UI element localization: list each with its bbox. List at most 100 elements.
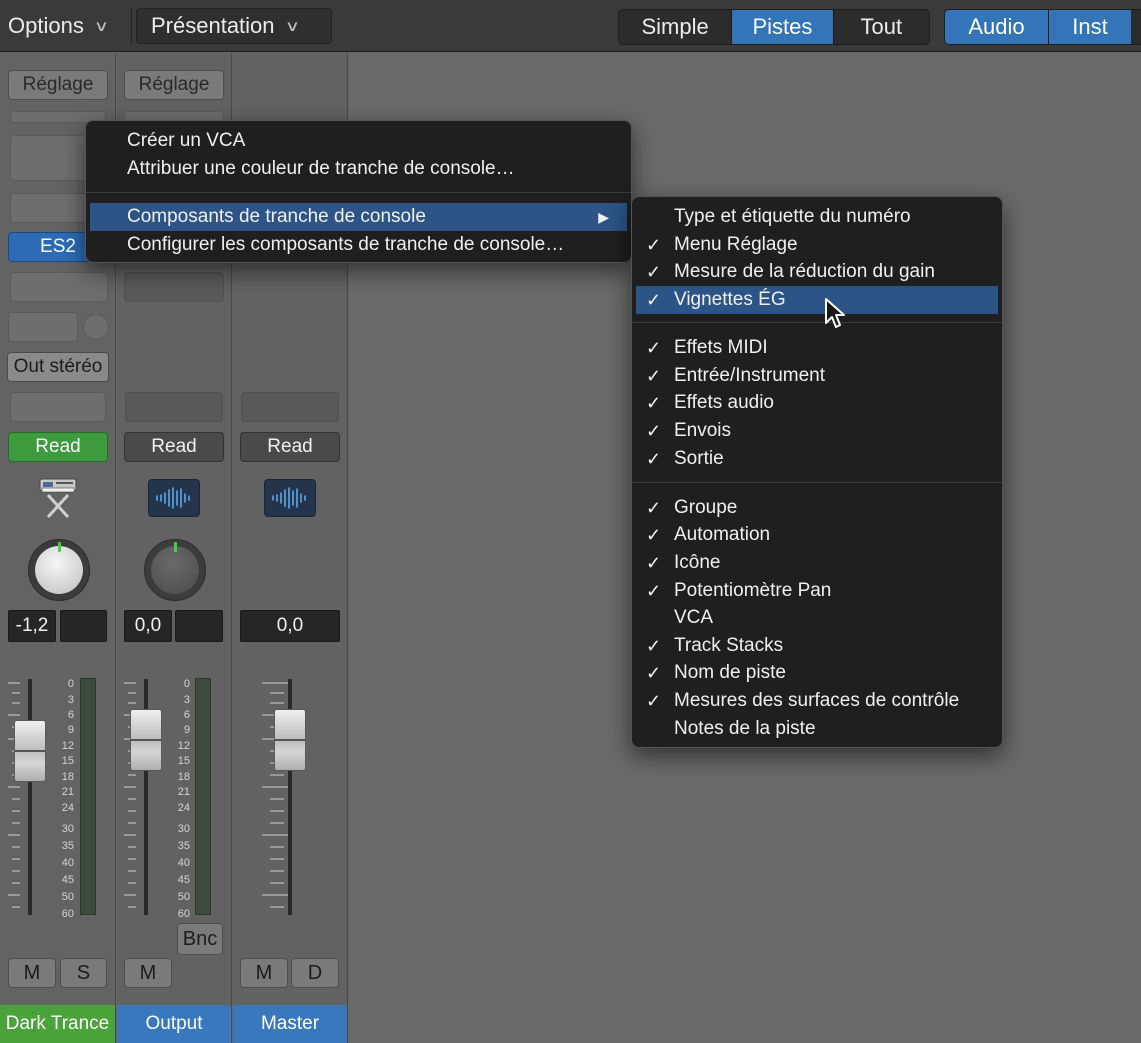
scale-label: 21 [61, 786, 74, 798]
submenu-item[interactable]: ✓ Groupe [636, 494, 998, 522]
checkmark-icon: ✓ [646, 365, 662, 386]
submenu-item[interactable]: ✓ Mesure de la réduction du gain [636, 258, 998, 286]
fader-scale-ticks [6, 681, 30, 915]
group-slot[interactable] [10, 392, 106, 422]
submenu-item-label: Effets MIDI [674, 337, 768, 358]
submenu-item[interactable]: ✓ Nom de piste [636, 659, 998, 687]
automation-mode-button[interactable]: Read [240, 432, 340, 462]
setting-button[interactable]: Réglage [8, 70, 108, 100]
scale-label: 45 [61, 874, 74, 886]
volume-fader[interactable] [14, 720, 46, 782]
audio-fx-slot[interactable] [124, 272, 224, 302]
scale-label: 21 [177, 786, 190, 798]
chevron-down-icon: ∨ [93, 18, 110, 35]
scale-label: 30 [61, 823, 74, 835]
group-slot[interactable] [241, 392, 339, 422]
view-segmented-control: Simple Pistes Tout [618, 9, 930, 45]
submenu-item[interactable]: ✓ Track Stacks [636, 632, 998, 660]
volume-fader-track [28, 679, 32, 915]
submenu-item[interactable]: ✓ Menu Réglage [636, 231, 998, 259]
checkmark-icon: ✓ [646, 448, 662, 469]
mute-button[interactable]: M [124, 958, 172, 988]
volume-value [60, 610, 107, 642]
submenu-item[interactable]: ✓ Envois [636, 417, 998, 445]
scale-label: 50 [177, 891, 190, 903]
bounce-button[interactable]: Bnc [177, 923, 223, 955]
menu-item-assign-color[interactable]: Attribuer une couleur de tranche de cons… [90, 155, 627, 183]
presentation-menu[interactable]: Présentation ∨ [136, 8, 332, 44]
scale-label: 0 [183, 678, 190, 690]
view-simple-button[interactable]: Simple [619, 10, 733, 44]
submenu-item-label: Groupe [674, 497, 738, 518]
synth-keyboard-icon[interactable] [34, 473, 82, 521]
checkmark-icon: ✓ [646, 690, 662, 711]
context-menu: Créer un VCA Attribuer une couleur de tr… [85, 120, 632, 263]
scale-label: 0 [67, 678, 74, 690]
filter-inst-button[interactable]: Inst [1049, 10, 1131, 44]
track-name[interactable]: Output [117, 1005, 231, 1043]
submenu-item-label: Mesure de la réduction du gain [674, 261, 935, 282]
setting-button[interactable]: Réglage [124, 70, 224, 100]
submenu-item-label: Effets audio [674, 392, 775, 413]
submenu-item[interactable]: VCA [636, 604, 998, 632]
menu-item-configure-components[interactable]: Configurer les composants de tranche de … [90, 231, 627, 259]
mute-button[interactable]: M [8, 958, 56, 988]
menu-separator [86, 192, 631, 193]
submenu-item-label: Automation [674, 524, 771, 545]
volume-fader[interactable] [274, 709, 306, 771]
filter-audio-button[interactable]: Audio [945, 10, 1049, 44]
dim-button[interactable]: D [291, 958, 339, 988]
submenu-item-label: Entrée/Instrument [674, 365, 826, 386]
automation-mode-button[interactable]: Read [124, 432, 224, 462]
track-name[interactable]: Dark Trance [0, 1005, 115, 1043]
submenu-item-label: Potentiomètre Pan [674, 580, 832, 601]
menu-item-label: Créer un VCA [127, 130, 246, 151]
options-menu[interactable]: Options ∨ [0, 8, 130, 44]
solo-button[interactable]: S [60, 958, 107, 988]
submenu-item[interactable]: ✓ Sortie [636, 445, 998, 473]
meter-scale: 0 3 6 9 12 15 18 21 24 30 35 40 45 50 60 [50, 678, 74, 920]
audio-fx-slot[interactable] [10, 272, 108, 302]
pan-knob[interactable] [28, 539, 90, 601]
checkmark-icon: ✓ [646, 420, 662, 441]
submenu-item-label: Type et étiquette du numéro [674, 206, 911, 227]
options-menu-label: Options [8, 13, 84, 38]
send-slot[interactable] [8, 312, 78, 342]
submenu-arrow-icon: ▶ [598, 208, 609, 225]
send-level-knob[interactable] [83, 314, 109, 340]
submenu-item-label: Notes de la piste [674, 718, 816, 739]
submenu-item[interactable]: ✓ Mesures des surfaces de contrôle [636, 687, 998, 715]
checkmark-icon: ✓ [646, 337, 662, 358]
volume-fader[interactable] [130, 709, 162, 771]
checkmark-icon: ✓ [646, 580, 662, 601]
pan-value: 0,0 [124, 610, 172, 642]
menu-item-create-vca[interactable]: Créer un VCA [90, 127, 627, 155]
view-all-button[interactable]: Tout [834, 10, 929, 44]
submenu-item[interactable]: ✓ Effets audio [636, 389, 998, 417]
scale-label: 24 [177, 802, 190, 814]
checkmark-icon: ✓ [646, 662, 662, 683]
automation-mode-button[interactable]: Read [8, 432, 108, 462]
group-slot[interactable] [125, 392, 223, 422]
output-slot[interactable]: Out stéréo [7, 352, 109, 382]
submenu-item[interactable]: ✓ Potentiomètre Pan [636, 577, 998, 605]
submenu-item-highlighted[interactable]: ✓ Vignettes ÉG [636, 286, 998, 314]
submenu-item[interactable]: ✓ Effets MIDI [636, 334, 998, 362]
waveform-icon[interactable] [264, 479, 316, 517]
level-meter [80, 678, 96, 915]
menu-item-strip-components[interactable]: Composants de tranche de console ▶ [90, 203, 627, 231]
submenu-item[interactable]: Notes de la piste [636, 715, 998, 743]
menu-item-label: Attribuer une couleur de tranche de cons… [127, 158, 515, 179]
submenu-item[interactable]: ✓ Icône [636, 549, 998, 577]
checkmark-icon: ✓ [646, 552, 662, 573]
waveform-icon[interactable] [148, 479, 200, 517]
track-name[interactable]: Master [233, 1005, 347, 1043]
submenu-item[interactable]: ✓ Automation [636, 521, 998, 549]
mute-button[interactable]: M [240, 958, 288, 988]
view-tracks-button[interactable]: Pistes [732, 10, 834, 44]
scale-label: 60 [177, 908, 190, 920]
submenu-item[interactable]: Type et étiquette du numéro [636, 203, 998, 231]
submenu-item[interactable]: ✓ Entrée/Instrument [636, 362, 998, 390]
menu-separator [632, 482, 1002, 483]
pan-knob[interactable] [144, 539, 206, 601]
